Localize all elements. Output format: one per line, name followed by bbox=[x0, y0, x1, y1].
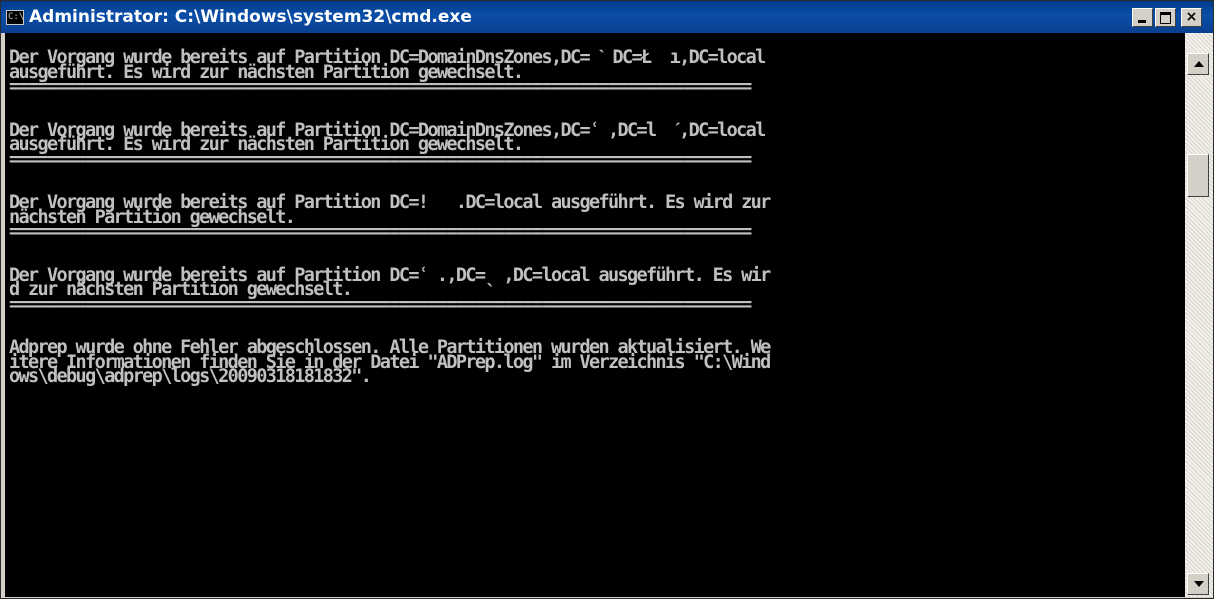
maximize-button[interactable] bbox=[1155, 8, 1176, 27]
maximize-icon bbox=[1160, 12, 1171, 24]
cmd-icon-glyph: C:\ bbox=[8, 12, 25, 22]
vertical-scrollbar[interactable] bbox=[1185, 33, 1213, 597]
title-bar[interactable]: C:\ Administrator: C:\Windows\system32\c… bbox=[1, 1, 1213, 33]
console-text: Der Vorgang wurde bereits auf Partition … bbox=[5, 33, 1185, 414]
cmd-icon[interactable]: C:\ bbox=[6, 10, 24, 25]
scroll-up-button[interactable] bbox=[1187, 53, 1209, 75]
console-output[interactable]: Der Vorgang wurde bereits auf Partition … bbox=[5, 33, 1185, 597]
scroll-down-button[interactable] bbox=[1187, 573, 1209, 595]
scroll-thumb[interactable] bbox=[1187, 153, 1209, 197]
console-line: ========================================… bbox=[9, 148, 752, 170]
console-line: ========================================… bbox=[9, 76, 752, 97]
minimize-button[interactable] bbox=[1132, 8, 1153, 27]
console-line: ows\debug\adprep\logs\20090318181832". bbox=[9, 366, 372, 387]
console-line: ========================================… bbox=[9, 293, 752, 315]
minimize-icon bbox=[1138, 20, 1146, 23]
arrow-down-icon bbox=[1194, 581, 1204, 587]
close-icon: × bbox=[1185, 9, 1198, 25]
arrow-up-icon bbox=[1194, 61, 1204, 67]
console-line: ========================================… bbox=[9, 221, 752, 242]
window-title: Administrator: C:\Windows\system32\cmd.e… bbox=[29, 7, 472, 27]
cmd-window: C:\ Administrator: C:\Windows\system32\c… bbox=[0, 0, 1214, 599]
close-button[interactable]: × bbox=[1181, 8, 1202, 27]
